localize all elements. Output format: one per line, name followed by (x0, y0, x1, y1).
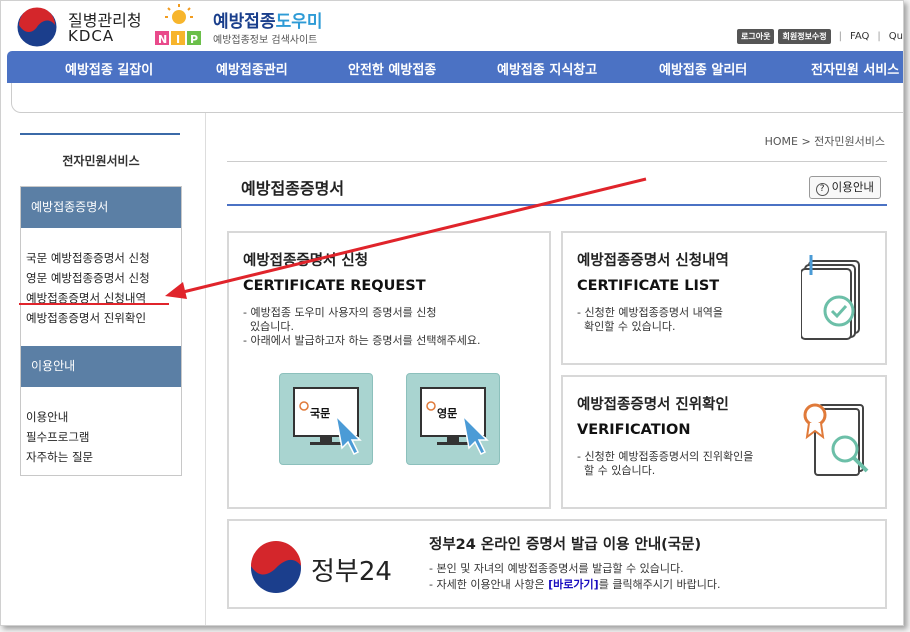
nip-logo-icon[interactable]: N I P (151, 3, 207, 47)
gov24-desc-line: - 본인 및 자녀의 예방접종증명서를 발급할 수 있습니다. (429, 562, 684, 575)
nav-item-knowledge[interactable]: 예방접종 지식창고 (497, 59, 597, 78)
usage-guide-button[interactable]: ? 이용안내 (808, 176, 881, 199)
english-certificate-button[interactable]: 영문 (406, 373, 500, 465)
certificate-request-card: 예방접종증명서 신청 CERTIFICATE REQUEST - 예방접종 도우… (227, 231, 551, 509)
divider (205, 113, 206, 625)
member-edit-button[interactable]: 회원정보수정 (778, 29, 831, 44)
nav-item-guide[interactable]: 예방접종 길잡이 (65, 59, 153, 78)
card-description: - 예방접종 도우미 사용자의 증명서를 신청 있습니다. - 아래에서 발급하… (243, 306, 549, 348)
card-desc-line: - 아래에서 발급하고자 하는 증명서를 선택해주세요. (243, 334, 481, 347)
card-desc-line: - 예방접종 도우미 사용자의 증명서를 신청 (243, 306, 437, 319)
sidebar-item-en-request[interactable]: 영문 예방접종증명서 신청 (26, 268, 181, 288)
document-check-icon (801, 255, 860, 340)
card-desc-line: 있습니다. (243, 320, 294, 333)
verification-card[interactable]: 예방접종증명서 진위확인 VERIFICATION - 신청한 예방접종증명서의… (561, 375, 887, 509)
english-label: 영문 (437, 407, 458, 420)
usage-guide-label: 이용안내 (831, 180, 874, 194)
top-links: 로그아웃 회원정보수정 | FAQ | Qu (737, 29, 903, 44)
sidebar-section-guide[interactable]: 이용안내 (21, 346, 181, 387)
nav-item-e-service[interactable]: 전자민원 서비스 (811, 59, 899, 78)
sidebar-item-request-list[interactable]: 예방접종증명서 신청내역 (26, 288, 181, 308)
more-link[interactable]: Qu (889, 31, 903, 42)
sidebar-menu: 예방접종증명서 국문 예방접종증명서 신청 영문 예방접종증명서 신청 예방접종… (20, 186, 182, 476)
sidebar-item-faq[interactable]: 자주하는 질문 (26, 447, 181, 467)
magnifier-certificate-icon (803, 403, 869, 476)
divider: | (877, 31, 881, 42)
sidebar-list-guide: 이용안내 필수프로그램 자주하는 질문 (21, 387, 181, 475)
svg-text:N: N (158, 33, 167, 46)
nav-item-alert[interactable]: 예방접종 알리터 (659, 59, 747, 78)
sidebar: 전자민원서비스 예방접종증명서 국문 예방접종증명서 신청 영문 예방접종증명서… (20, 133, 182, 476)
gov24-desc-text: 를 클릭해주시기 바랍니다. (598, 578, 721, 591)
faq-link[interactable]: FAQ (850, 31, 869, 42)
logout-button[interactable]: 로그아웃 (737, 29, 775, 44)
gov24-title: 정부24 온라인 증명서 발급 이용 안내(국문) (429, 537, 702, 553)
card-title-en: CERTIFICATE REQUEST (243, 278, 426, 294)
page-title: 예방접종증명서 (241, 179, 345, 198)
sidebar-list-certificate: 국문 예방접종증명서 신청 영문 예방접종증명서 신청 예방접종증명서 신청내역… (21, 228, 181, 346)
sub-nav-bar (11, 83, 903, 113)
kdca-logo-icon[interactable] (15, 5, 59, 49)
breadcrumb: HOME > 전자민원서비스 (764, 135, 885, 148)
gov24-card: 정부24 정부24 온라인 증명서 발급 이용 안내(국문) - 본인 및 자녀… (227, 519, 887, 609)
site-subtitle: 예방접종정보 검색사이트 (213, 35, 318, 46)
korean-label: 국문 (310, 407, 331, 420)
divider (20, 133, 180, 135)
sidebar-section-certificate[interactable]: 예방접종증명서 (21, 187, 181, 228)
nav-item-safe[interactable]: 안전한 예방접종 (348, 59, 436, 78)
gov24-shortcut-link[interactable]: [바로가기] (548, 578, 599, 591)
certificate-list-card[interactable]: 예방접종증명서 신청내역 CERTIFICATE LIST - 신청한 예방접종… (561, 231, 887, 365)
sidebar-item-guide[interactable]: 이용안내 (26, 407, 181, 427)
question-icon: ? (815, 183, 829, 196)
gov24-desc-text: - 자세한 이용안내 사항은 (429, 578, 549, 591)
gov24-desc-line: - 자세한 이용안내 사항은 [바로가기]를 클릭해주시기 바랍니다. (429, 577, 721, 593)
svg-text:I: I (176, 33, 180, 46)
gov24-logo-icon (251, 541, 301, 593)
card-title: 예방접종증명서 신청 (243, 253, 369, 269)
site-title-accent: 도우미 (275, 12, 323, 32)
svg-text:P: P (190, 33, 198, 46)
gov24-description: - 본인 및 자녀의 예방접종증명서를 발급할 수 있습니다. - 자세한 이용… (429, 561, 721, 593)
gov24-logo-text: 정부24 (311, 557, 392, 587)
page-title-bar: 예방접종증명서 ? 이용안내 (227, 161, 887, 206)
nav-item-management[interactable]: 예방접종관리 (216, 59, 288, 78)
sidebar-item-ko-request[interactable]: 국문 예방접종증명서 신청 (26, 248, 181, 268)
divider: | (838, 31, 843, 42)
site-title-prefix: 예방접종 (213, 12, 276, 32)
sidebar-item-verify[interactable]: 예방접종증명서 진위확인 (26, 308, 181, 328)
site-title[interactable]: 예방접종도우미 (213, 7, 322, 32)
main-nav: 예방접종 길잡이 예방접종관리 안전한 예방접종 예방접종 지식창고 예방접종 … (7, 51, 903, 83)
korean-certificate-button[interactable]: 국문 (279, 373, 373, 465)
kdca-name-en: KDCA (68, 27, 115, 45)
browser-frame: 질병관리청 KDCA N I P 예방접종도우미 예방접종정보 검색사이트 로그… (0, 0, 904, 626)
sidebar-item-programs[interactable]: 필수프로그램 (26, 427, 181, 447)
sidebar-title: 전자민원서비스 (62, 154, 140, 168)
